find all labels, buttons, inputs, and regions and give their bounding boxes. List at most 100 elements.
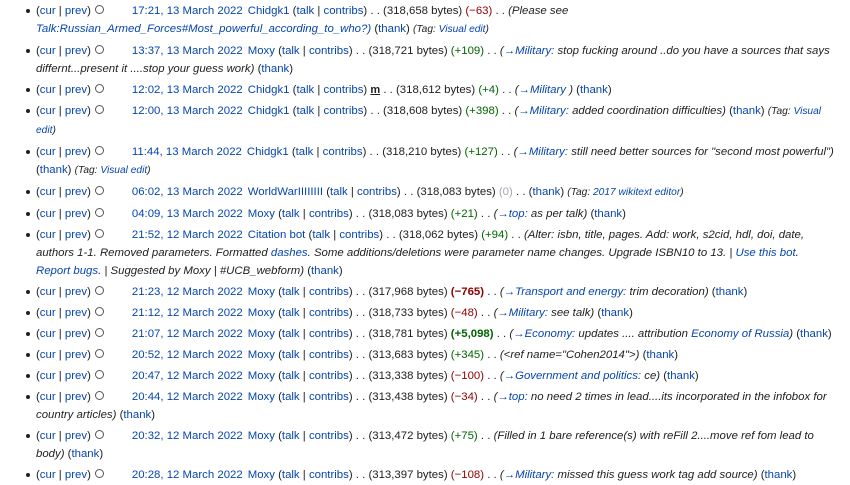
user-contribs-link[interactable]: contribs [309,45,349,57]
user-contribs-link[interactable]: contribs [309,286,349,298]
user-talk-link[interactable]: talk [282,328,300,340]
user-contribs-link[interactable]: contribs [323,146,363,158]
section-link[interactable]: →Military: [518,105,569,117]
user-talk-link[interactable]: talk [312,229,330,241]
compare-radio[interactable] [94,229,104,238]
user-link[interactable]: Chidgk1 [248,105,290,117]
cur-link[interactable]: cur [40,430,56,442]
cur-link[interactable]: cur [40,146,56,158]
thank-link[interactable]: thank [733,105,761,117]
thank-link[interactable]: thank [601,307,629,319]
section-link[interactable]: →Military: [497,307,548,319]
prev-link[interactable]: prev [65,307,87,319]
thank-link[interactable]: thank [716,286,744,298]
user-contribs-link[interactable]: contribs [324,105,364,117]
thank-link[interactable]: thank [532,186,560,198]
user-link[interactable]: Moxy [248,45,275,57]
revision-date-link[interactable]: 13:37, 13 March 2022 [132,45,243,57]
revision-date-link[interactable]: 17:21, 13 March 2022 [132,5,243,17]
report-bugs-link[interactable]: Report bugs [36,265,98,277]
use-this-bot-link[interactable]: Use this bot [735,247,795,259]
user-link[interactable]: WorldWarIIIIIIII [248,186,323,198]
revision-date-link[interactable]: 20:28, 12 March 2022 [132,469,243,481]
user-contribs-link[interactable]: contribs [324,84,364,96]
compare-radio[interactable] [94,5,104,14]
talk-section-link[interactable]: Talk:Russian_Armed_Forces#Most_powerful_… [36,23,371,35]
cur-link[interactable]: cur [40,328,56,340]
user-link[interactable]: Chidgk1 [247,146,289,158]
thank-link[interactable]: thank [71,448,99,460]
section-link[interactable]: →top: [497,208,527,220]
user-link[interactable]: Moxy [248,430,275,442]
cur-link[interactable]: cur [40,391,56,403]
section-link[interactable]: →Government and politics: [504,370,641,382]
thank-link[interactable]: thank [800,328,828,340]
user-link[interactable]: Moxy [248,328,275,340]
cur-link[interactable]: cur [40,208,56,220]
compare-radio[interactable] [94,430,104,439]
user-contribs-link[interactable]: contribs [309,307,349,319]
user-contribs-link[interactable]: contribs [309,208,349,220]
revision-date-link[interactable]: 20:44, 12 March 2022 [132,391,243,403]
user-contribs-link[interactable]: contribs [357,186,397,198]
cur-link[interactable]: cur [40,186,56,198]
prev-link[interactable]: prev [65,208,87,220]
thank-link[interactable]: thank [667,370,695,382]
user-talk-link[interactable]: talk [296,5,314,17]
prev-link[interactable]: prev [65,84,87,96]
compare-radio[interactable] [94,45,104,54]
economy-of-russia-link[interactable]: Economy of Russia [691,328,789,340]
cur-link[interactable]: cur [40,469,56,481]
prev-link[interactable]: prev [65,229,87,241]
cur-link[interactable]: cur [40,229,56,241]
revision-date-link[interactable]: 20:52, 12 March 2022 [132,349,243,361]
revision-date-link[interactable]: 20:32, 12 March 2022 [132,430,243,442]
thank-link[interactable]: thank [123,409,151,421]
compare-radio[interactable] [94,349,104,358]
user-link[interactable]: Chidgk1 [248,84,290,96]
user-contribs-link[interactable]: contribs [324,5,364,17]
user-link[interactable]: Moxy [248,469,275,481]
user-talk-link[interactable]: talk [296,146,314,158]
dashes-link[interactable]: dashes [271,247,308,259]
revision-date-link[interactable]: 21:07, 12 March 2022 [132,328,243,340]
revision-date-link[interactable]: 21:23, 12 March 2022 [132,286,243,298]
prev-link[interactable]: prev [65,45,87,57]
thank-link[interactable]: thank [261,63,289,75]
user-contribs-link[interactable]: contribs [309,370,349,382]
user-link[interactable]: Moxy [248,208,275,220]
section-link[interactable]: →Military: [504,45,555,57]
thank-link[interactable]: thank [765,469,793,481]
thank-link[interactable]: thank [378,23,406,35]
tag-link[interactable]: Visual edit [439,24,486,35]
section-link[interactable]: →Military: [504,469,555,481]
revision-date-link[interactable]: 21:52, 12 March 2022 [132,229,243,241]
cur-link[interactable]: cur [40,307,56,319]
cur-link[interactable]: cur [40,45,56,57]
thank-link[interactable]: thank [580,84,608,96]
cur-link[interactable]: cur [40,370,56,382]
user-talk-link[interactable]: talk [282,286,300,298]
section-link[interactable]: →top: [497,391,527,403]
user-talk-link[interactable]: talk [282,469,300,481]
cur-link[interactable]: cur [40,286,56,298]
user-contribs-link[interactable]: contribs [309,469,349,481]
user-talk-link[interactable]: talk [282,349,300,361]
user-link[interactable]: Moxy [248,286,275,298]
revision-date-link[interactable]: 20:47, 12 March 2022 [132,370,243,382]
user-talk-link[interactable]: talk [282,45,300,57]
revision-date-link[interactable]: 12:00, 13 March 2022 [132,105,243,117]
user-link[interactable]: Citation bot [248,229,306,241]
compare-radio[interactable] [94,286,104,295]
user-contribs-link[interactable]: contribs [309,430,349,442]
cur-link[interactable]: cur [40,349,56,361]
prev-link[interactable]: prev [65,186,87,198]
prev-link[interactable]: prev [65,370,87,382]
section-link[interactable]: →Economy: [513,328,575,340]
user-contribs-link[interactable]: contribs [309,391,349,403]
user-talk-link[interactable]: talk [296,84,314,96]
revision-date-link[interactable]: 12:02, 13 March 2022 [132,84,243,96]
user-talk-link[interactable]: talk [282,370,300,382]
prev-link[interactable]: prev [65,286,87,298]
tag-link[interactable]: Visual edit [100,165,147,176]
